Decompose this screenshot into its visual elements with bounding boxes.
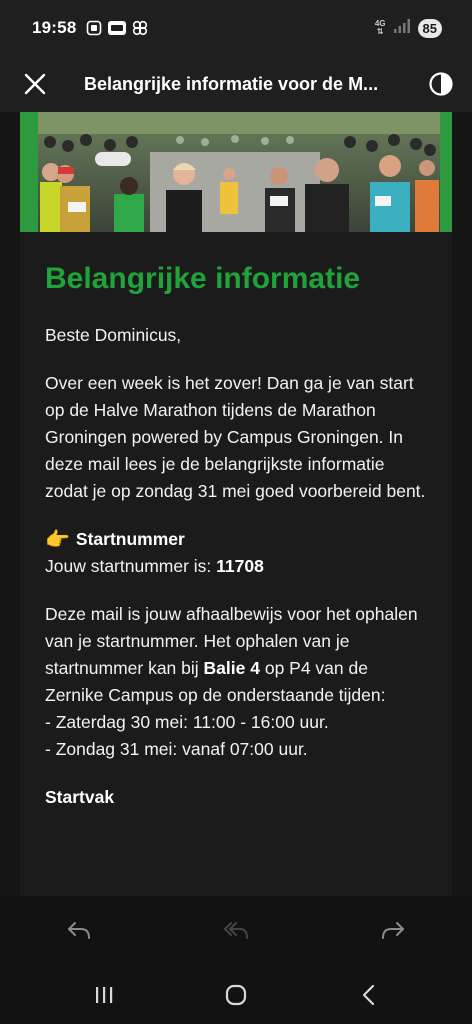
status-notification-icons: [86, 20, 148, 36]
pickup-time-saturday: - Zaterdag 30 mei: 11:00 - 16:00 uur.: [45, 712, 329, 732]
startnummer-title: Startnummer: [75, 529, 185, 549]
intro-paragraph: Over een week is het zover! Dan ga je va…: [45, 373, 426, 501]
home-icon[interactable]: [221, 980, 251, 1010]
pickup-time-sunday: - Zondag 31 mei: vanaf 07:00 uur.: [45, 739, 308, 759]
close-icon[interactable]: [20, 69, 50, 99]
battery-indicator: 85: [417, 18, 442, 38]
reply-all-icon[interactable]: [221, 916, 251, 946]
status-time: 19:58: [32, 18, 77, 37]
pinwheel-icon: [132, 20, 148, 36]
hero-marathon-photo: [20, 112, 452, 232]
status-bar: 19:58 4G ⇅ 85: [0, 0, 472, 56]
pickup-paragraph: Deze mail is jouw afhaalbewijs voor het …: [45, 601, 427, 709]
app-badge-icon: [108, 21, 127, 35]
forward-icon[interactable]: [378, 916, 408, 946]
recent-apps-icon[interactable]: [89, 980, 119, 1010]
pickup-location: Balie 4: [203, 658, 260, 678]
email-heading: Belangrijke informatie: [45, 262, 361, 295]
startnummer-line: Jouw startnummer is: 11708: [45, 553, 427, 580]
startnummer-value: 11708: [216, 556, 264, 576]
startnummer-section: 👉 Startnummer Jouw startnummer is: 11708: [45, 526, 427, 580]
status-system-icons: 4G ⇅ 85: [374, 18, 442, 38]
bottom-bar: [0, 896, 472, 1024]
signal-icon: [393, 18, 410, 38]
contrast-icon[interactable]: [426, 69, 456, 99]
startnummer-heading: 👉 Startnummer: [45, 526, 427, 553]
reply-icon[interactable]: [64, 916, 94, 946]
greeting: Beste Dominicus,: [45, 325, 182, 345]
email-actions: [0, 916, 472, 946]
startvak-heading: Startvak: [45, 787, 115, 807]
data-arrows-icon: 4G ⇅: [374, 19, 386, 36]
email-content[interactable]: Belangrijke informatie Beste Dominicus, …: [20, 112, 452, 896]
email-subject-title: Belangrijke informatie voor de M...: [84, 73, 379, 94]
system-navigation: [0, 980, 472, 1010]
pointing-hand-icon: 👉: [45, 528, 70, 551]
screenshot-icon: [86, 20, 102, 36]
email-body: Belangrijke informatie Beste Dominicus, …: [20, 262, 452, 811]
back-icon[interactable]: [354, 980, 384, 1010]
startnummer-prefix: Jouw startnummer is:: [45, 556, 217, 576]
app-bar: Belangrijke informatie voor de M...: [0, 56, 472, 112]
